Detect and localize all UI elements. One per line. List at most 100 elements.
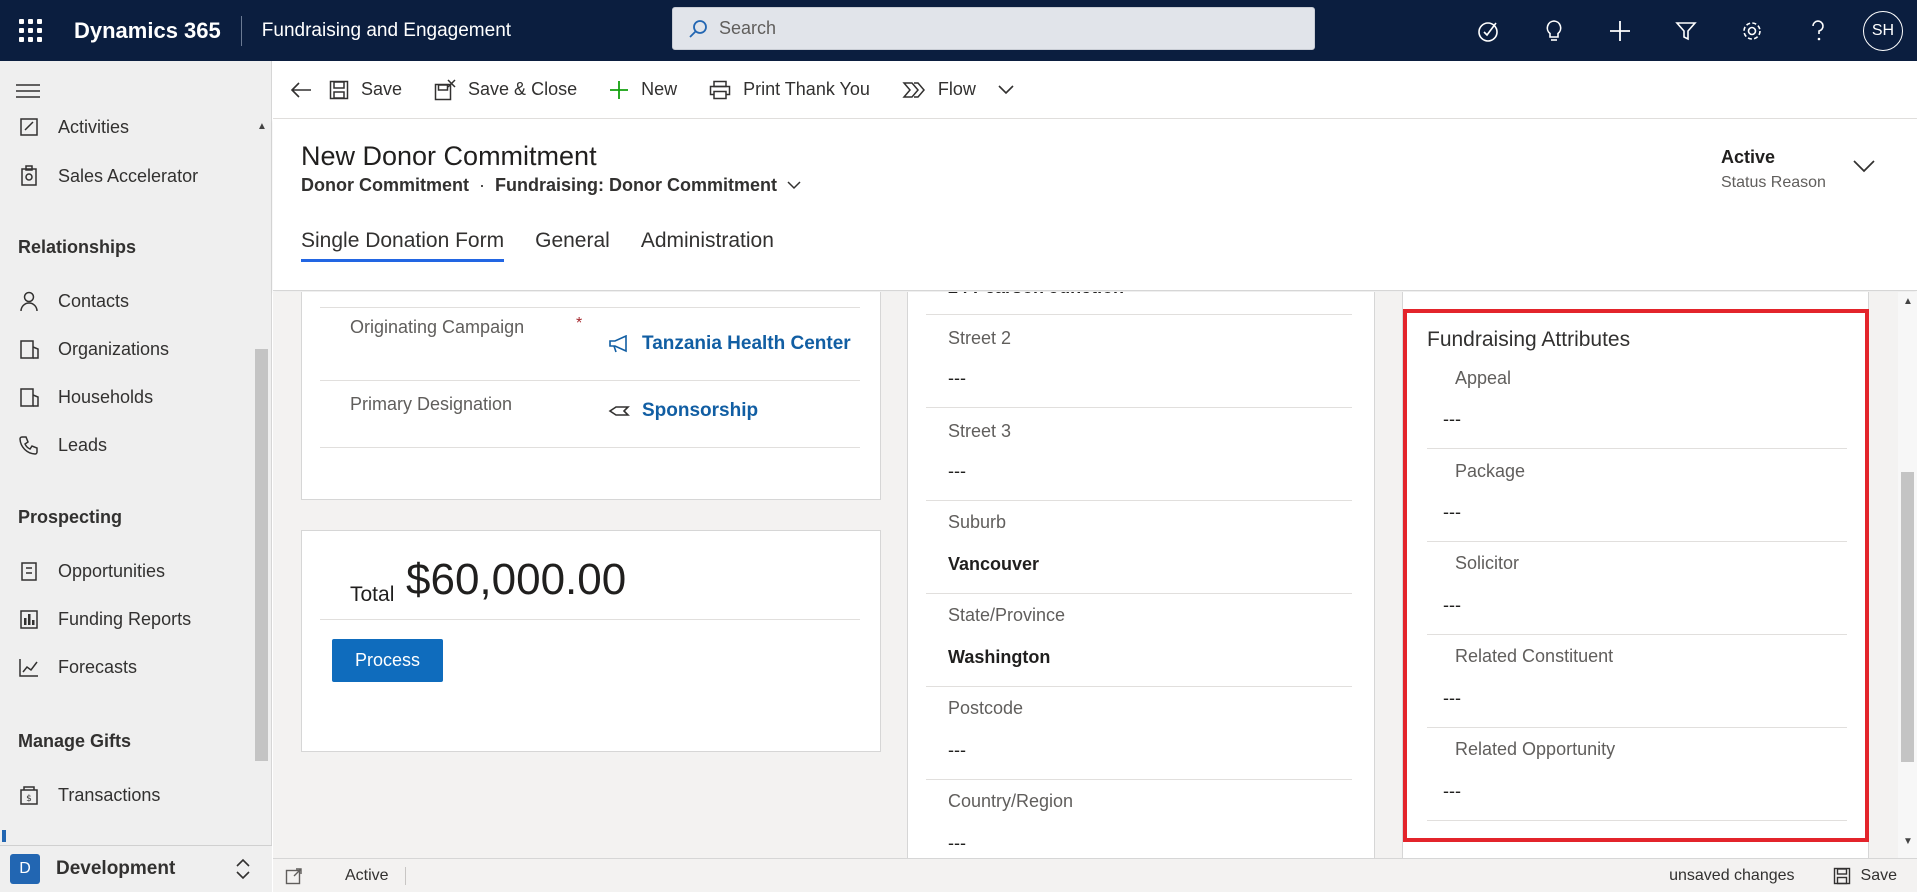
new-button[interactable]	[1587, 0, 1653, 61]
street1-value[interactable]: 24 Pearson Junction	[948, 292, 1124, 302]
settings-button[interactable]	[1719, 0, 1785, 61]
chevron-down-icon[interactable]	[787, 181, 801, 190]
entity-name: Donor Commitment	[301, 175, 469, 195]
form-selector[interactable]: Fundraising: Donor Commitment	[495, 175, 777, 196]
top-navigation-bar: Dynamics 365 Fundraising and Engagement …	[0, 0, 1917, 61]
back-button[interactable]	[273, 61, 329, 119]
street2-label: Street 2	[948, 328, 1012, 348]
divider	[926, 407, 1352, 408]
environment-switcher[interactable]: D Development	[0, 845, 272, 892]
street3-value[interactable]: ---	[948, 461, 966, 482]
status-footer: Active unsaved changes Save	[273, 858, 1917, 892]
sidebar-section-prospecting: Prospecting	[18, 507, 123, 527]
header-expand-chevron-icon[interactable]	[1853, 159, 1875, 173]
sidebar-scroll-thumb[interactable]	[255, 349, 268, 761]
primary-designation-link[interactable]: Sponsorship	[608, 400, 758, 422]
form-tabs: Single Donation Form General Administrat…	[301, 229, 805, 262]
save-and-close-button[interactable]: Save & Close	[434, 61, 577, 119]
sidebar-item-label: Transactions	[58, 784, 161, 805]
hamburger-menu-button[interactable]	[16, 83, 40, 104]
separator-dot: ·	[479, 175, 485, 195]
save-button[interactable]: Save	[329, 61, 402, 119]
divider	[320, 380, 860, 381]
app-launcher-button[interactable]	[0, 0, 60, 61]
scroll-up-icon[interactable]: ▲	[257, 121, 267, 132]
street3-label: Street 3	[948, 421, 1012, 441]
content-scroll-thumb[interactable]	[1901, 472, 1914, 762]
tab-administration[interactable]: Administration	[641, 229, 774, 262]
ideas-button[interactable]	[1521, 0, 1587, 61]
sidebar: Activities Sales Accelerator Relationshi…	[0, 61, 272, 892]
sidebar-item-opportunities[interactable]: Opportunities	[0, 549, 252, 593]
help-button[interactable]	[1785, 0, 1851, 61]
app-name[interactable]: Fundraising and Engagement	[262, 20, 511, 42]
country-label: Country/Region	[948, 791, 1074, 811]
tab-single-donation-form[interactable]: Single Donation Form	[301, 229, 505, 262]
record-subtitle: Donor Commitment · Fundraising: Donor Co…	[301, 175, 801, 196]
lightbulb-icon	[1546, 19, 1562, 41]
sidebar-item-label: Leads	[58, 434, 108, 455]
chevron-down-icon[interactable]	[998, 84, 1014, 95]
originating-campaign-label: Originating Campaign	[350, 317, 525, 337]
command-bar: Save Save & Close New Print Thank You Fl…	[273, 61, 1917, 119]
status-reason-field: Active Status Reason	[1721, 147, 1826, 192]
sidebar-item-funding-reports[interactable]: Funding Reports	[0, 597, 252, 641]
postcode-label: Postcode	[948, 698, 1024, 718]
print-thank-you-button[interactable]: Print Thank You	[709, 61, 870, 119]
sidebar-item-transactions[interactable]: $ Transactions	[0, 773, 252, 817]
sidebar-item-organizations[interactable]: Organizations	[0, 327, 252, 371]
divider	[926, 779, 1352, 780]
content-scrollbar[interactable]: ▲ ▼	[1898, 292, 1917, 858]
sidebar-item-label: Households	[58, 386, 154, 407]
originating-campaign-link[interactable]: Tanzania Health Center	[608, 333, 851, 355]
sidebar-item-label: Forecasts	[58, 656, 138, 677]
save-icon	[1833, 867, 1850, 884]
report-icon	[20, 610, 38, 629]
sidebar-item-activities[interactable]: Activities	[0, 105, 252, 149]
scroll-up-icon[interactable]: ▲	[1903, 296, 1913, 307]
household-icon	[20, 388, 39, 407]
state-value[interactable]: Washington	[948, 647, 1050, 668]
country-value[interactable]: ---	[948, 833, 966, 854]
suburb-label: Suburb	[948, 512, 1007, 532]
flow-label: Flow	[937, 79, 976, 99]
back-arrow-icon	[290, 81, 311, 98]
postcode-value[interactable]: ---	[948, 740, 966, 761]
sidebar-item-forecasts[interactable]: Forecasts	[0, 645, 252, 689]
sidebar-scrollbar[interactable]: ▲ ▼	[252, 117, 272, 885]
search-box[interactable]: Search	[672, 7, 1315, 50]
assistant-icon	[1478, 21, 1498, 42]
sidebar-item-households[interactable]: Households	[0, 375, 252, 419]
leads-icon	[19, 436, 38, 455]
record-title: New Donor Commitment	[301, 141, 597, 171]
required-indicator: *	[576, 315, 583, 332]
tab-general[interactable]: General	[535, 229, 610, 262]
sidebar-item-leads[interactable]: Leads	[0, 423, 252, 467]
assistant-button[interactable]	[1455, 0, 1521, 61]
sidebar-item-label: Funding Reports	[58, 608, 192, 629]
originating-campaign-value: Tanzania Health Center	[642, 333, 851, 354]
open-in-new-window-icon[interactable]	[285, 867, 303, 885]
divider	[320, 619, 860, 620]
primary-designation-label: Primary Designation	[350, 394, 513, 414]
scroll-down-icon[interactable]: ▼	[1903, 836, 1913, 847]
status-value: Active	[1721, 147, 1776, 167]
divider	[926, 314, 1352, 315]
filter-button[interactable]	[1653, 0, 1719, 61]
footer-save-label: Save	[1860, 866, 1897, 884]
forecast-icon	[19, 659, 38, 677]
flow-button[interactable]: Flow	[902, 61, 1026, 119]
sidebar-item-contacts[interactable]: Contacts	[0, 279, 252, 323]
hamburger-icon	[16, 84, 40, 98]
waffle-icon	[18, 19, 42, 42]
footer-save-button[interactable]: Save	[1833, 867, 1897, 885]
chevron-up-down-icon	[236, 858, 250, 880]
suburb-value[interactable]: Vancouver	[948, 554, 1039, 575]
process-button[interactable]: Process	[332, 639, 443, 682]
sidebar-item-sales-accelerator[interactable]: Sales Accelerator	[0, 154, 252, 198]
street2-value[interactable]: ---	[948, 368, 966, 389]
print-icon	[709, 80, 731, 99]
brand-name[interactable]: Dynamics 365	[74, 18, 221, 44]
new-button[interactable]: New	[609, 61, 677, 119]
user-avatar[interactable]: SH	[1863, 10, 1903, 51]
